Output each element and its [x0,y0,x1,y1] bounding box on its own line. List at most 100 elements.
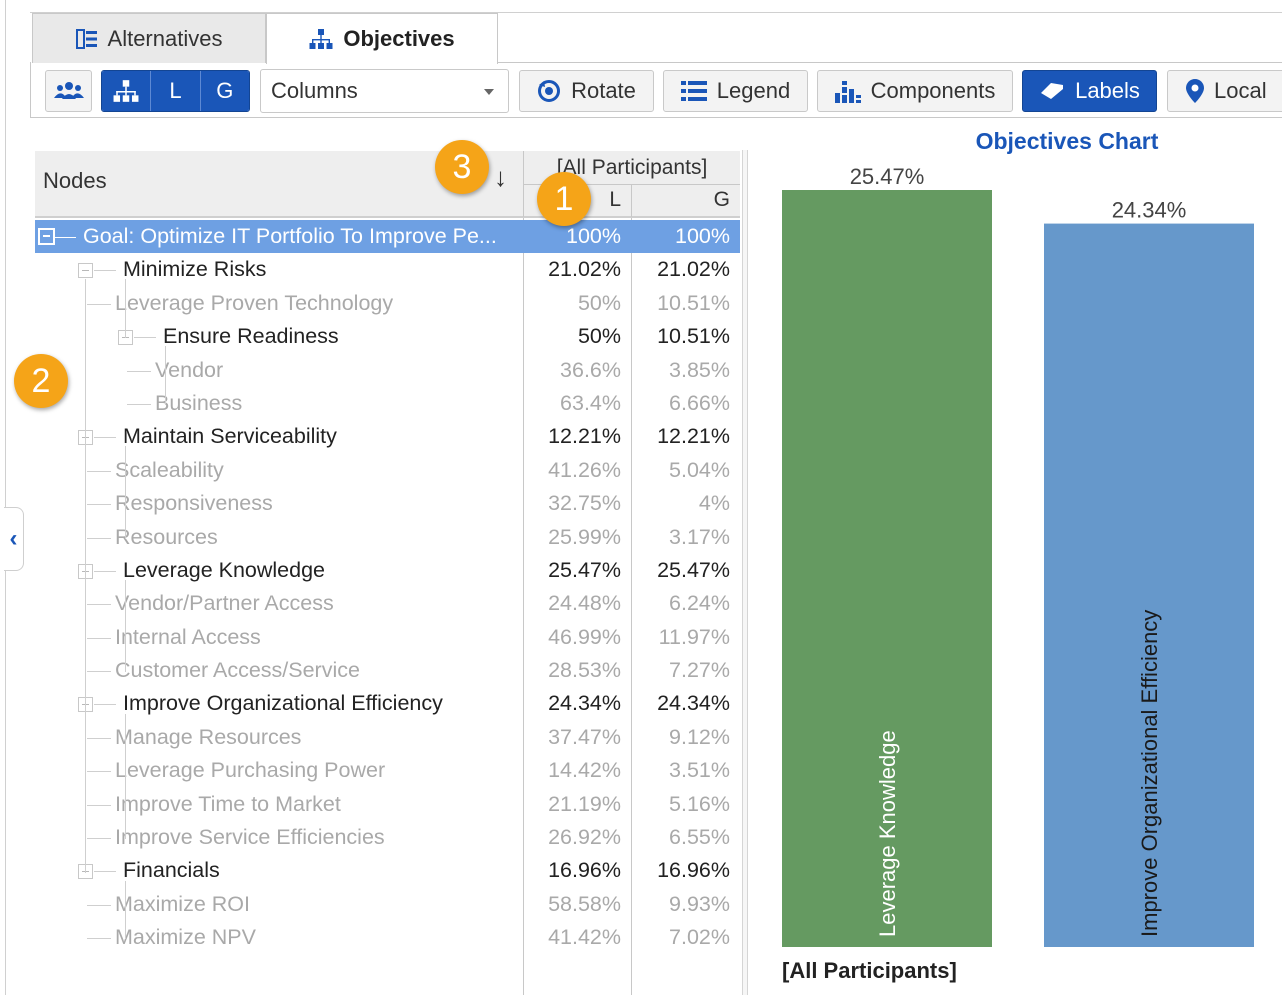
tree-row[interactable]: Improve Time to Market 21.19% 5.16% [35,788,740,821]
nodes-column-header[interactable]: Nodes [43,168,107,194]
column-header-global[interactable]: G [631,184,740,217]
users-icon [53,82,84,99]
tree-row[interactable]: Internal Access 46.99% 11.97% [35,621,740,654]
objectives-tree-grid: Goal: Optimize IT Portfolio To Improve P… [35,220,740,955]
hierarchy-icon [113,80,139,102]
tab-alternatives[interactable]: Alternatives [32,13,266,63]
tree-row[interactable]: Responsiveness 32.75% 4% [35,487,740,520]
collapse-panel-button[interactable]: ‹ [4,507,24,571]
global-priority-value: 12.21% [657,424,730,449]
tree-connector [127,370,151,372]
local-priority-value: 25.47% [548,557,621,582]
node-label: Improve Organizational Efficiency [123,691,443,716]
local-priority-value: 26.92% [548,825,621,850]
tag-icon [1041,83,1064,99]
bar-value-label: 24.34% [1112,198,1187,223]
global-priority-value: 7.02% [669,925,730,950]
tree-connector [165,346,166,405]
tree-row[interactable]: Leverage Knowledge 25.47% 25.47% [35,554,740,587]
local-priority-value: 50% [577,324,621,349]
node-label: Internal Access [115,624,261,649]
sort-arrow-icon[interactable]: ↓ [494,162,507,193]
tree-row[interactable]: Ensure Readiness 50% 10.51% [35,320,740,353]
participants-button[interactable] [45,70,92,112]
tree-connector [87,504,111,506]
tree-row-goal[interactable]: Goal: Optimize IT Portfolio To Improve P… [35,220,740,254]
components-label: Components [870,78,996,103]
global-priority-button[interactable]: G [200,71,249,111]
local-priority-value: 21.02% [548,257,621,282]
node-label: Maximize ROI [115,891,250,916]
chart-canvas: 25.47% Leverage Knowledge 24.34% Improve Or… [782,164,1254,948]
node-label: Business [155,390,243,415]
tree-row[interactable]: Vendor 36.6% 3.85% [35,354,740,387]
node-label: Vendor/Partner Access [115,591,334,616]
tree-row[interactable]: Vendor/Partner Access 24.48% 6.24% [35,587,740,620]
tree-row[interactable]: Minimize Risks 21.02% 21.02% [35,253,740,286]
panel-splitter[interactable] [742,150,748,995]
node-label: Improve Service Efficiencies [115,825,385,850]
tree-connector [134,337,156,339]
tree-row[interactable]: Leverage Purchasing Power 14.42% 3.51% [35,754,740,787]
global-priority-value: 6.66% [669,390,730,415]
local-button[interactable]: Local [1167,70,1282,112]
node-label: Manage Resources [115,724,302,749]
tree-row[interactable]: Maximize NPV 41.42% 7.02% [35,921,740,954]
tree-row[interactable]: Scaleability 41.26% 5.04% [35,454,740,487]
legend-icon [680,81,707,101]
global-priority-value: 10.51% [657,290,730,315]
global-priority-value: 5.16% [669,791,730,816]
hierarchy-view-button[interactable] [102,71,152,111]
tree-row[interactable]: Improve Organizational Efficiency 24.34% 2… [35,687,740,720]
collapse-toggle-icon[interactable] [78,263,93,279]
view-segmented-control: L G [101,70,250,112]
local-priority-value: 36.6% [560,357,621,382]
tree-row[interactable]: Improve Service Efficiencies 26.92% 6.55% [35,821,740,854]
tree-row[interactable]: Financials 16.96% 16.96% [35,854,740,887]
bar-category-label: Improve Organizational Efficiency [1137,610,1162,937]
global-priority-value: 3.85% [669,357,730,382]
node-label: Improve Time to Market [115,791,341,816]
local-priority-value: 14.42% [548,758,621,783]
rotate-icon [538,80,561,102]
tree-connector [94,570,116,572]
node-label: Financials [123,858,220,883]
node-label: Leverage Knowledge [123,557,326,582]
tree-connector [94,437,116,439]
callout-badge-1: 1 [537,172,591,226]
tree-connector [94,270,116,272]
components-button[interactable]: Components [817,70,1013,112]
global-priority-value: 21.02% [657,257,730,282]
tree-row[interactable]: Leverage Proven Technology 50% 10.51% [35,287,740,320]
collapse-toggle-icon[interactable] [38,228,55,245]
rotate-button[interactable]: Rotate [519,70,654,112]
global-priority-value: 25.47% [657,557,730,582]
global-priority-value: 7.27% [669,658,730,683]
tree-connector [87,637,111,639]
components-icon [834,81,861,103]
node-label: Maintain Serviceability [123,424,337,449]
tree-row[interactable]: Maintain Serviceability 12.21% 12.21% [35,420,740,453]
tree-row[interactable]: Customer Access/Service 28.53% 7.27% [35,654,740,687]
tree-row[interactable]: Maximize ROI 58.58% 9.93% [35,888,740,921]
tree-row[interactable]: Manage Resources 37.47% 9.12% [35,721,740,754]
node-label: Ensure Readiness [163,324,339,349]
tree-connector [87,938,111,940]
global-priority-value: 6.55% [669,825,730,850]
tree-connector [87,604,111,606]
tree-row[interactable]: Business 63.4% 6.66% [35,387,740,420]
local-priority-button[interactable]: L [151,71,201,111]
tree-row[interactable]: Resources 25.99% 3.17% [35,521,740,554]
node-label: Responsiveness [115,491,273,516]
global-priority-value: 9.12% [669,724,730,749]
legend-button[interactable]: Legend [663,70,808,112]
tree-connector [87,671,111,673]
rotate-label: Rotate [571,78,636,103]
tab-objectives[interactable]: Objectives [266,13,498,64]
chart-type-select[interactable]: Columns [260,69,509,113]
global-priority-value: 3.17% [669,524,730,549]
tree-connector [127,403,151,405]
chevron-left-icon: ‹ [9,525,18,552]
tree-connector [125,713,126,840]
labels-button[interactable]: Labels [1022,70,1157,112]
